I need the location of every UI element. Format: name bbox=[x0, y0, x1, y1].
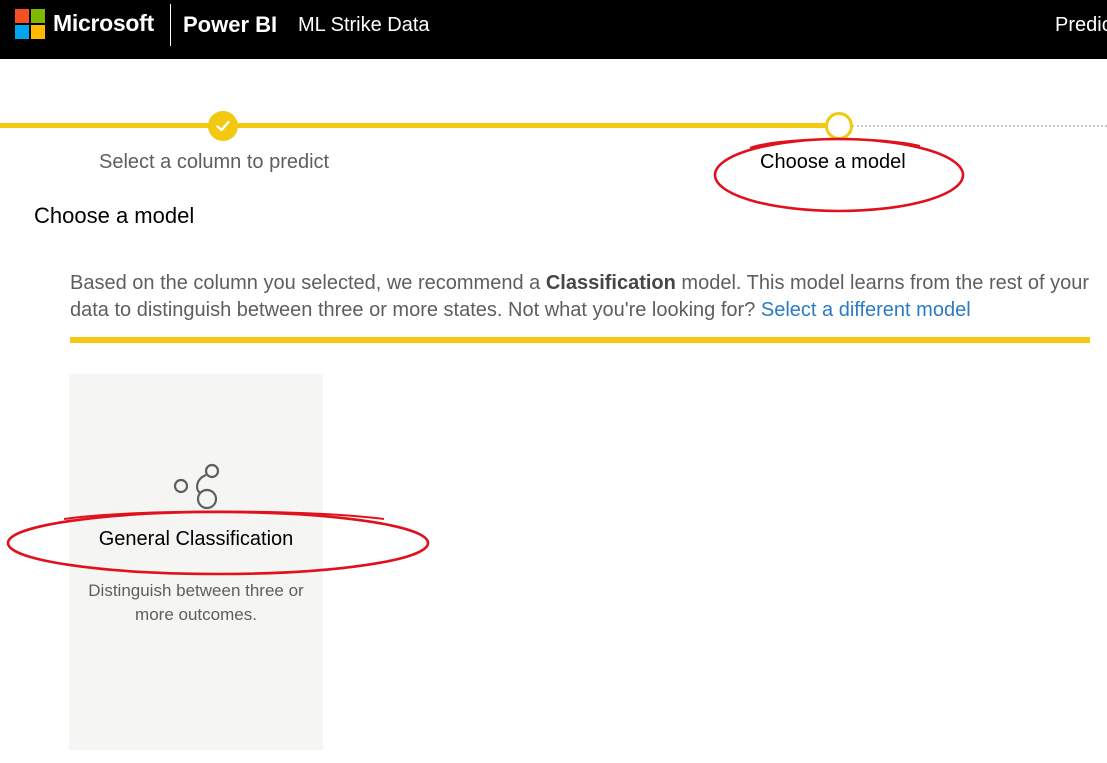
recommendation-text: Based on the column you selected, we rec… bbox=[70, 270, 1100, 324]
select-different-model-link[interactable]: Select a different model bbox=[761, 299, 971, 321]
step-label-choose-model: Choose a model bbox=[760, 151, 906, 173]
brand-name: Microsoft bbox=[53, 10, 154, 36]
workspace-name[interactable]: ML Strike Data bbox=[298, 14, 430, 37]
checkmark-icon bbox=[216, 120, 230, 132]
annotation-ellipse-step bbox=[713, 137, 965, 213]
step-label-select-column[interactable]: Select a column to predict bbox=[99, 151, 329, 174]
step-current-marker bbox=[825, 112, 853, 140]
header-right-text: Predic bbox=[1055, 14, 1107, 36]
model-type-bold: Classification bbox=[545, 272, 676, 294]
page-title: Choose a model bbox=[34, 203, 195, 228]
product-name[interactable]: Power BI bbox=[183, 12, 277, 38]
model-card-general-classification[interactable]: General Classification Distinguish betwe… bbox=[69, 374, 323, 750]
header-divider bbox=[170, 4, 171, 46]
model-card-description: Distinguish between three or more outcom… bbox=[88, 581, 304, 624]
top-bar: Microsoft Power BI ML Strike Data Predic bbox=[0, 0, 1107, 59]
model-card-title: General Classification bbox=[98, 528, 294, 550]
accent-divider bbox=[70, 337, 1090, 343]
step-completed-marker[interactable] bbox=[208, 111, 238, 141]
classification-bubbles-icon bbox=[173, 463, 220, 510]
stepper-track-remaining bbox=[852, 125, 1107, 127]
stepper-track-completed bbox=[0, 123, 825, 128]
desc-part-1: Based on the column you selected, we rec… bbox=[70, 272, 546, 294]
microsoft-logo-icon bbox=[15, 9, 45, 39]
